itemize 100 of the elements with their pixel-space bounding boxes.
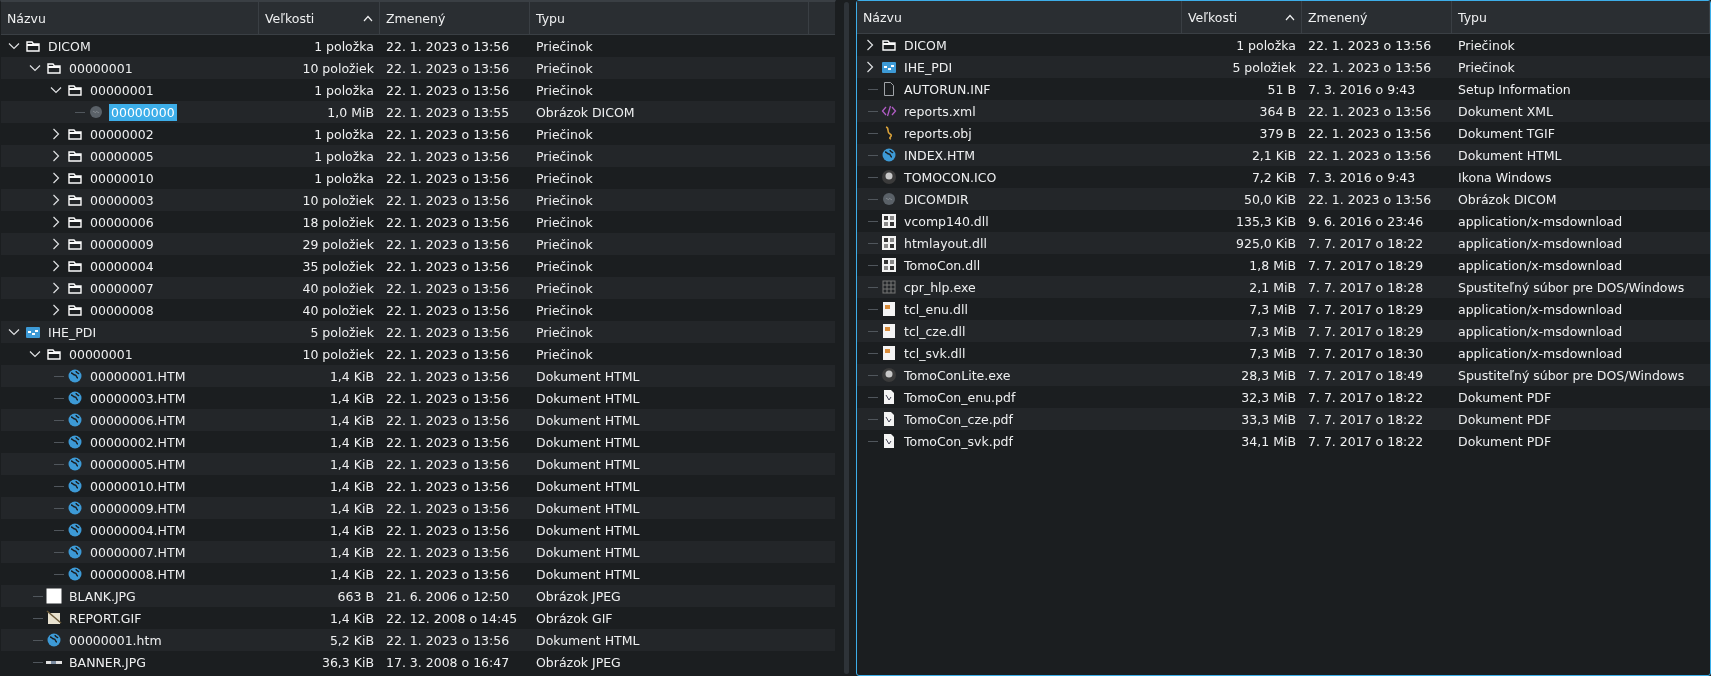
type-cell-text: Priečinok <box>535 302 594 318</box>
file-name[interactable]: TomoCon.dll <box>902 256 983 274</box>
file-name[interactable]: vcomp140.dll <box>902 212 991 230</box>
size-cell-text: 1 položka <box>1235 37 1297 53</box>
file-name[interactable]: cpr_hlp.exe <box>902 278 978 296</box>
folder-icon <box>67 280 83 296</box>
chevron-icon[interactable] <box>50 260 62 272</box>
file-name[interactable]: 00000003 <box>88 191 156 209</box>
file-name[interactable]: 00000008 <box>88 301 156 319</box>
file-name[interactable]: tcl_cze.dll <box>902 322 968 340</box>
file-name[interactable]: 00000002.HTM <box>88 433 188 451</box>
type-cell-text: Priečinok <box>535 148 594 164</box>
chevron-icon[interactable] <box>864 61 876 73</box>
file-name[interactable]: 00000009.HTM <box>88 499 188 517</box>
chevron-icon[interactable] <box>50 282 62 294</box>
column-header[interactable]: Typu <box>1452 1 1710 33</box>
chevron-icon[interactable] <box>50 172 62 184</box>
column-header[interactable]: Veľkosti <box>1182 1 1302 33</box>
file-name[interactable]: DICOM <box>46 37 93 55</box>
column-header[interactable]: Typu <box>530 2 809 34</box>
file-name[interactable]: tcl_svk.dll <box>902 344 968 362</box>
file-name[interactable]: 00000001 <box>88 81 156 99</box>
file-name[interactable]: 00000001 <box>67 59 135 77</box>
file-name[interactable]: BLANK.JPG <box>67 587 138 605</box>
file-name[interactable]: tcl_enu.dll <box>902 300 970 318</box>
chevron-icon[interactable] <box>50 84 62 96</box>
file-name[interactable]: 00000002 <box>88 125 156 143</box>
modified-cell-text: 22. 1. 2023 o 13:56 <box>385 38 511 54</box>
folder-icon <box>25 38 41 54</box>
size-cell-text: 40 položiek <box>301 302 375 318</box>
globe-icon <box>67 390 83 406</box>
modified-cell-text: 7. 7. 2017 o 18:22 <box>1307 433 1425 449</box>
modified-cell-text: 7. 7. 2017 o 18:30 <box>1307 345 1425 361</box>
folder-icon <box>67 170 83 186</box>
file-name[interactable]: 00000004.HTM <box>88 521 188 539</box>
file-name[interactable]: reports.obj <box>902 124 974 142</box>
file-name[interactable]: DICOMDIR <box>902 190 971 208</box>
column-header[interactable]: Zmenený <box>380 2 530 34</box>
file-name[interactable]: 00000001 <box>67 345 135 363</box>
column-header[interactable]: Názvu <box>857 1 1182 33</box>
chevron-icon[interactable] <box>50 194 62 206</box>
file-name[interactable]: IHE_PDI <box>902 58 955 76</box>
file-name[interactable]: REPORT.GIF <box>67 609 144 627</box>
file-name[interactable]: htmlayout.dll <box>902 234 989 252</box>
chevron-icon[interactable] <box>50 304 62 316</box>
file-name[interactable]: 00000008.HTM <box>88 565 188 583</box>
file-name[interactable]: 00000006 <box>88 213 156 231</box>
file-name[interactable]: AUTORUN.INF <box>902 80 993 98</box>
type-cell-text: application/x-msdownload <box>1457 235 1624 251</box>
file-name[interactable]: 00000010 <box>88 169 156 187</box>
chevron-icon[interactable] <box>50 128 62 140</box>
file-name[interactable]: 00000005 <box>88 147 156 165</box>
file-name[interactable]: 00000009 <box>88 235 156 253</box>
file-name[interactable]: INDEX.HTM <box>902 146 977 164</box>
chevron-icon[interactable] <box>29 62 41 74</box>
file-name[interactable]: 00000004 <box>88 257 156 275</box>
file-name[interactable]: 00000005.HTM <box>88 455 188 473</box>
globe-icon <box>67 500 83 516</box>
column-header[interactable]: Zmenený <box>1302 1 1452 33</box>
chevron-icon[interactable] <box>50 238 62 250</box>
file-name[interactable]: TomoConLite.exe <box>902 366 1013 384</box>
file-name[interactable]: BANNER.JPG <box>67 653 148 671</box>
file-name[interactable]: TomoCon_enu.pdf <box>902 388 1018 406</box>
type-cell-text: Priečinok <box>1457 59 1516 75</box>
type-cell-text: application/x-msdownload <box>1457 345 1624 361</box>
file-name[interactable]: 00000006.HTM <box>88 411 188 429</box>
size-cell-text: 7,3 MiB <box>1248 323 1297 339</box>
modified-cell-text: 7. 7. 2017 o 18:22 <box>1307 235 1425 251</box>
file-name[interactable]: IHE_PDI <box>46 323 99 341</box>
file-name[interactable]: TomoCon_cze.pdf <box>902 410 1015 428</box>
file-name[interactable]: 00000007.HTM <box>88 543 188 561</box>
type-cell-text: Dokument PDF <box>1457 411 1553 427</box>
chevron-icon[interactable] <box>8 326 20 338</box>
modified-cell-text: 22. 1. 2023 o 13:56 <box>385 192 511 208</box>
column-header[interactable]: Veľkosti <box>259 2 380 34</box>
modified-cell-text: 22. 1. 2023 o 13:56 <box>385 566 511 582</box>
file-name[interactable]: 00000007 <box>88 279 156 297</box>
document-icon <box>881 345 897 361</box>
file-name[interactable]: 00000001.htm <box>67 631 164 649</box>
chevron-icon[interactable] <box>8 40 20 52</box>
type-cell-text: Priečinok <box>535 192 594 208</box>
chevron-icon[interactable] <box>50 216 62 228</box>
file-name[interactable]: reports.xml <box>902 102 978 120</box>
chevron-icon[interactable] <box>50 150 62 162</box>
file-name[interactable]: 00000003.HTM <box>88 389 188 407</box>
column-header[interactable]: Názvu <box>1 2 259 34</box>
file-name[interactable]: TomoCon_svk.pdf <box>902 432 1015 450</box>
modified-cell-text: 22. 1. 2023 o 13:56 <box>385 390 511 406</box>
file-name[interactable]: DICOM <box>902 36 949 54</box>
chevron-icon[interactable] <box>864 39 876 51</box>
folder-icon <box>67 82 83 98</box>
file-name[interactable]: TOMOCON.ICO <box>902 168 999 186</box>
scrollbar[interactable] <box>843 2 849 674</box>
size-cell-text: 1,4 KiB <box>328 566 375 582</box>
type-cell-text: Dokument HTML <box>535 434 641 450</box>
chevron-icon[interactable] <box>29 348 41 360</box>
file-name[interactable]: 00000010.HTM <box>88 477 188 495</box>
type-cell-text: Ikona Windows <box>1457 169 1553 185</box>
type-cell-text: Spustiteľný súbor pre DOS/Windows <box>1457 367 1686 383</box>
file-name[interactable]: 00000001.HTM <box>88 367 188 385</box>
